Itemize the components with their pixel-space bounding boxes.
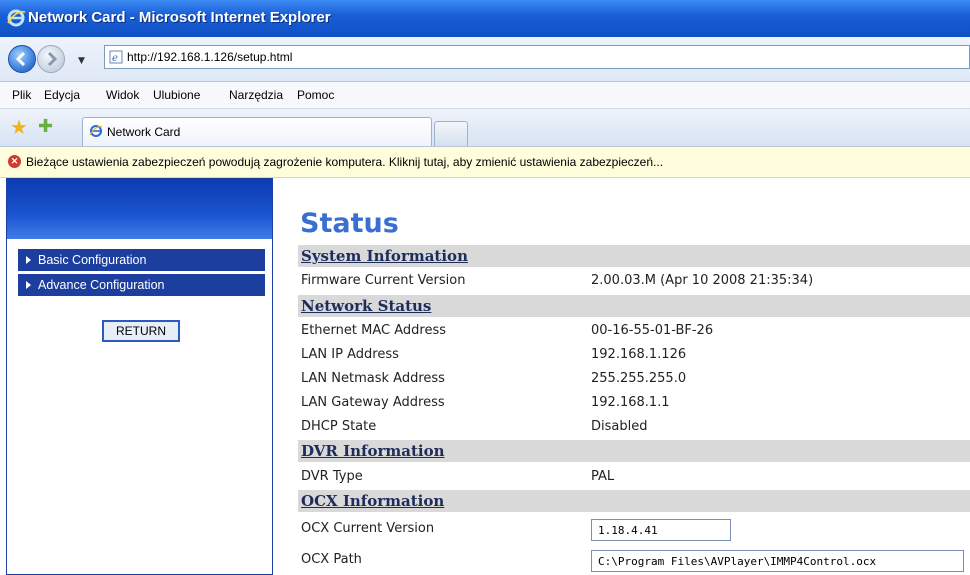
menu-bar: Plik Edycja Widok Ulubione Narzędzia Pom… xyxy=(0,82,970,109)
menu-tools[interactable]: Narzędzia xyxy=(229,88,283,102)
sidebar-item-basic-configuration[interactable]: Basic Configuration xyxy=(18,249,265,271)
internet-explorer-icon xyxy=(7,9,26,27)
row-value: 192.168.1.1 xyxy=(591,395,670,410)
address-field[interactable]: e xyxy=(104,45,970,69)
status-panel: Status System Information Firmware Curre… xyxy=(298,178,970,575)
section-header: Network Status xyxy=(298,295,970,317)
section-title: OCX Information xyxy=(301,492,445,510)
ocx-version-field[interactable] xyxy=(591,519,731,541)
recent-pages-dropdown-icon[interactable]: ▼ xyxy=(78,56,85,66)
row-value: 00-16-55-01-BF-26 xyxy=(591,323,714,338)
info-row: OCX Current Version xyxy=(298,517,970,541)
window-title-bar: Network Card - Microsoft Internet Explor… xyxy=(0,0,970,37)
section-header: System Information xyxy=(298,245,970,267)
row-label: LAN Netmask Address xyxy=(301,371,445,386)
info-row: LAN IP Address 192.168.1.126 xyxy=(298,343,970,367)
sidebar-header xyxy=(7,179,272,239)
favorites-star-icon[interactable]: ★ xyxy=(10,117,28,137)
info-row: DHCP State Disabled xyxy=(298,415,970,439)
sidebar-item-advance-configuration[interactable]: Advance Configuration xyxy=(18,274,265,296)
row-label: LAN Gateway Address xyxy=(301,395,445,410)
back-button[interactable] xyxy=(8,45,36,73)
menu-favorites[interactable]: Ulubione xyxy=(153,88,200,102)
sidebar: Basic Configuration Advance Configuratio… xyxy=(6,178,273,575)
menu-view[interactable]: Widok xyxy=(106,88,139,102)
sidebar-item-label: Advance Configuration xyxy=(38,278,165,292)
row-value: 2.00.03.M (Apr 10 2008 21:35:34) xyxy=(591,273,814,288)
forward-arrow-icon xyxy=(47,51,58,67)
row-label: DHCP State xyxy=(301,419,377,434)
menu-file[interactable]: Plik xyxy=(12,88,31,102)
sidebar-item-label: Basic Configuration xyxy=(38,253,147,267)
return-button[interactable]: RETURN xyxy=(102,320,180,342)
page-title: Status xyxy=(300,208,399,239)
row-value: PAL xyxy=(591,469,615,484)
tab-network-card[interactable]: Network Card xyxy=(82,117,432,146)
row-label: Ethernet MAC Address xyxy=(301,323,446,338)
section-header: DVR Information xyxy=(298,440,970,462)
section-title: DVR Information xyxy=(301,442,445,460)
security-info-bar[interactable]: ✕ Bieżące ustawienia zabezpieczeń powodu… xyxy=(0,147,970,178)
info-row: OCX Path xyxy=(298,548,970,572)
tab-bar: ★ ✚ Network Card xyxy=(0,109,970,147)
row-value: 192.168.1.126 xyxy=(591,347,687,362)
menu-edit[interactable]: Edycja xyxy=(44,88,80,102)
info-row: LAN Netmask Address 255.255.255.0 xyxy=(298,367,970,391)
row-label: LAN IP Address xyxy=(301,347,399,362)
row-value: Disabled xyxy=(591,419,648,434)
row-label: Firmware Current Version xyxy=(301,273,466,288)
internet-explorer-icon xyxy=(89,125,103,137)
page-icon: e xyxy=(109,50,123,64)
info-row: LAN Gateway Address 192.168.1.1 xyxy=(298,391,970,415)
window-title: Network Card - Microsoft Internet Explor… xyxy=(28,9,331,26)
address-input[interactable] xyxy=(127,48,947,66)
menu-help[interactable]: Pomoc xyxy=(297,88,334,102)
row-label: DVR Type xyxy=(301,469,363,484)
new-tab-button[interactable] xyxy=(434,121,468,146)
info-row: Firmware Current Version 2.00.03.M (Apr … xyxy=(298,269,970,293)
arrow-right-icon xyxy=(26,256,31,264)
info-row: DVR Type PAL xyxy=(298,465,970,489)
back-arrow-icon xyxy=(15,51,26,67)
add-favorite-icon[interactable]: ✚ xyxy=(38,117,53,137)
info-bar-message: Bieżące ustawienia zabezpieczeń powodują… xyxy=(26,155,664,169)
section-title: System Information xyxy=(301,247,468,265)
row-label: OCX Current Version xyxy=(301,521,435,536)
tab-label: Network Card xyxy=(107,125,181,139)
ocx-path-field[interactable] xyxy=(591,550,964,572)
section-header: OCX Information xyxy=(298,490,970,512)
arrow-right-icon xyxy=(26,281,31,289)
row-label: OCX Path xyxy=(301,552,362,567)
info-row: Ethernet MAC Address 00-16-55-01-BF-26 xyxy=(298,319,970,343)
security-warning-icon: ✕ xyxy=(8,155,21,168)
section-title: Network Status xyxy=(301,297,432,315)
row-value: 255.255.255.0 xyxy=(591,371,687,386)
address-toolbar: ▼ e xyxy=(0,37,970,82)
forward-button[interactable] xyxy=(37,45,65,73)
svg-text:e: e xyxy=(112,53,118,64)
